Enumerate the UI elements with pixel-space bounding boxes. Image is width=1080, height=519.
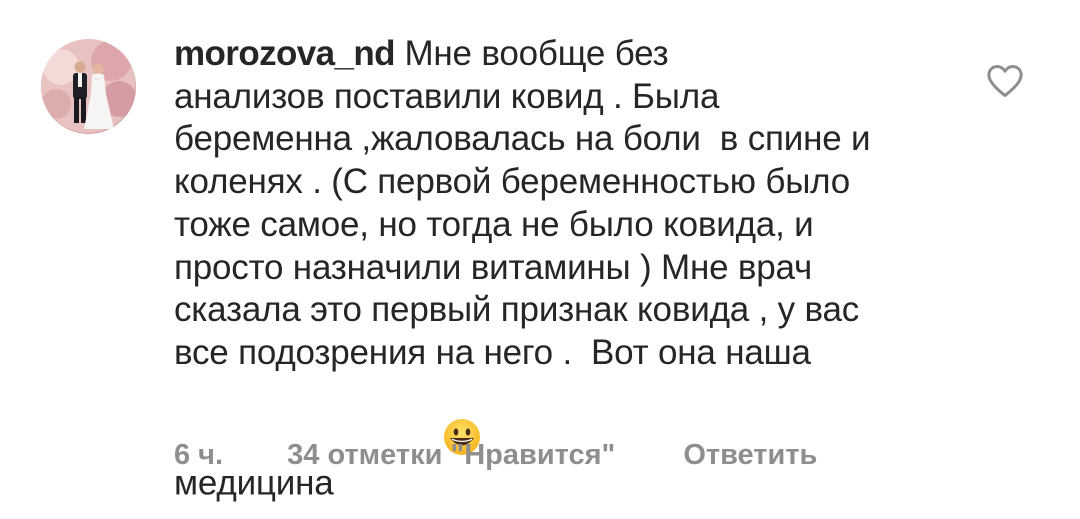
avatar[interactable]	[41, 39, 136, 134]
comment-line-5: тоже самое, но тогда не было ковида, и	[174, 204, 814, 244]
comment-meta: 6 ч. 34 отметки "Нравится" Ответить	[174, 439, 817, 472]
comment-line-3: беременна ,жаловалась на боли в спине и	[174, 119, 871, 159]
comment-line-4: коленях . (С первой беременностью было	[174, 162, 851, 202]
heart-icon[interactable]	[986, 64, 1024, 98]
comment-line-7: сказала это первый признак ковида , у ва…	[174, 290, 860, 330]
comment-time: 6 ч.	[174, 439, 224, 471]
comment-line-2: анализов поставили ковид . Была	[174, 76, 720, 116]
comment: morozova_nd Мне вообще без анализов пост…	[0, 0, 1080, 519]
grinning-face-icon	[347, 375, 481, 456]
username-link[interactable]: morozova_nd	[174, 34, 396, 73]
comment-line-8: все подозрения на него . Вот она наша	[174, 332, 811, 372]
comment-text: morozova_nd Мне вообще без анализов пост…	[174, 33, 954, 505]
comment-body: morozova_nd Мне вообще без анализов пост…	[174, 33, 954, 505]
likes-count-link[interactable]: 34 отметки "Нравится"	[287, 439, 615, 472]
comment-line-1: morozova_nd Мне вообще без	[174, 34, 669, 73]
comment-line-6: просто назначили витамины ) Мне врач	[174, 247, 813, 287]
reply-button[interactable]: Ответить	[683, 439, 817, 472]
